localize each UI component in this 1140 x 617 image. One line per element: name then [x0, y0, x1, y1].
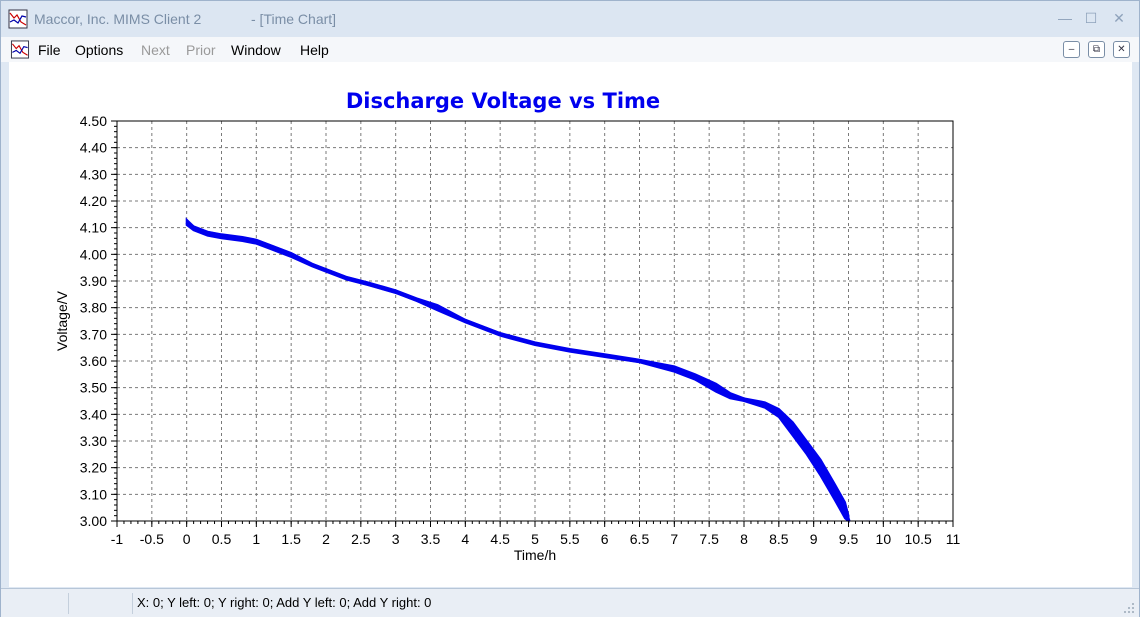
menu-help[interactable]: Help — [300, 42, 329, 58]
close-icon[interactable]: ✕ — [1107, 7, 1131, 29]
y-tick-label: 4.50 — [80, 113, 107, 129]
y-tick-label: 3.80 — [80, 300, 107, 316]
menu-next[interactable]: Next — [141, 42, 170, 58]
y-tick-label: 4.20 — [80, 193, 107, 209]
y-tick-label: 4.40 — [80, 140, 107, 156]
x-tick-label: 0.5 — [212, 531, 232, 547]
x-tick-label: 10.5 — [905, 531, 932, 547]
minimize-icon[interactable]: — — [1053, 7, 1077, 29]
series-line — [185, 220, 851, 522]
x-tick-label: 5 — [531, 531, 539, 547]
window-title-document: - [Time Chart] — [251, 11, 337, 27]
x-tick-label: 4 — [461, 531, 469, 547]
y-tick-label: 3.40 — [80, 406, 107, 422]
menu-window[interactable]: Window — [231, 42, 281, 58]
menu-prior[interactable]: Prior — [186, 42, 216, 58]
x-tick-label: 9.5 — [839, 531, 859, 547]
y-axis-label: Voltage/V — [54, 290, 70, 351]
series-envelope — [185, 217, 850, 524]
status-cell-2 — [69, 593, 133, 614]
y-tick-label: 3.30 — [80, 433, 107, 449]
x-tick-label: 10 — [876, 531, 892, 547]
x-tick-label: -1 — [111, 531, 124, 547]
x-tick-label: 6.5 — [630, 531, 650, 547]
x-tick-label: 5.5 — [560, 531, 580, 547]
y-tick-label: 3.10 — [80, 486, 107, 502]
time-chart-panel[interactable]: -1 -0.5 0 0.5 1 1.5 2 2.5 3 3.5 4 4.5 5 5.5 6 6.5 7 7.5 8 8… — [9, 62, 1132, 587]
x-tick-label: 3 — [392, 531, 400, 547]
resize-grip-icon[interactable] — [1121, 600, 1135, 614]
status-bar: X: 0; Y left: 0; Y right: 0; Add Y left:… — [1, 588, 1139, 617]
y-tick-label: 3.60 — [80, 353, 107, 369]
y-tick-label: 4.30 — [80, 166, 107, 182]
x-tick-label: 1.5 — [281, 531, 301, 547]
x-tick-label: 7.5 — [699, 531, 719, 547]
app-icon — [8, 9, 28, 29]
y-tick-label: 3.00 — [80, 513, 107, 529]
y-tick-label: 3.90 — [80, 273, 107, 289]
document-icon[interactable] — [10, 40, 30, 59]
x-tick-label: 7 — [670, 531, 678, 547]
title-bar[interactable]: Maccor, Inc. MIMS Client 2 - [Time Chart… — [1, 1, 1139, 37]
menu-file[interactable]: File — [38, 42, 61, 58]
x-tick-label: 11 — [946, 531, 961, 547]
y-tick-label: 3.50 — [80, 380, 107, 396]
y-tick-label: 3.20 — [80, 460, 107, 476]
menu-bar: File Options Next Prior Window Help – ⧉ … — [1, 37, 1139, 62]
x-tick-label: 2 — [322, 531, 330, 547]
chart-series-band — [185, 217, 851, 524]
x-tick-label: 1 — [252, 531, 260, 547]
x-tick-label: 3.5 — [421, 531, 441, 547]
x-tick-label: 2.5 — [351, 531, 371, 547]
x-tick-label: -0.5 — [140, 531, 164, 547]
child-close-icon[interactable]: ✕ — [1113, 41, 1130, 58]
child-restore-icon[interactable]: ⧉ — [1088, 41, 1105, 58]
app-window: Maccor, Inc. MIMS Client 2 - [Time Chart… — [0, 0, 1140, 617]
menu-options[interactable]: Options — [75, 42, 123, 58]
status-coordinates: X: 0; Y left: 0; Y right: 0; Add Y left:… — [137, 595, 432, 610]
x-tick-label: 8 — [740, 531, 748, 547]
status-cell-1 — [1, 593, 69, 614]
x-tick-label: 8.5 — [769, 531, 789, 547]
x-tick-label: 9 — [810, 531, 818, 547]
y-tick-label: 4.10 — [80, 220, 107, 236]
discharge-chart[interactable]: -1 -0.5 0 0.5 1 1.5 2 2.5 3 3.5 4 4.5 5 5.5 6 6.5 7 7.5 8 8… — [9, 62, 1132, 587]
y-tick-label: 3.70 — [80, 326, 107, 342]
x-tick-label: 6 — [601, 531, 609, 547]
x-tick-label: 0 — [183, 531, 191, 547]
chart-grid — [117, 121, 953, 521]
maximize-icon[interactable]: ☐ — [1079, 7, 1103, 29]
x-axis-label: Time/h — [514, 547, 556, 563]
child-minimize-icon[interactable]: – — [1063, 41, 1080, 58]
x-tick-label: 4.5 — [490, 531, 510, 547]
y-tick-label: 4.00 — [80, 246, 107, 262]
window-title-app: Maccor, Inc. MIMS Client 2 — [34, 11, 202, 27]
chart-title: Discharge Voltage vs Time — [346, 89, 660, 113]
